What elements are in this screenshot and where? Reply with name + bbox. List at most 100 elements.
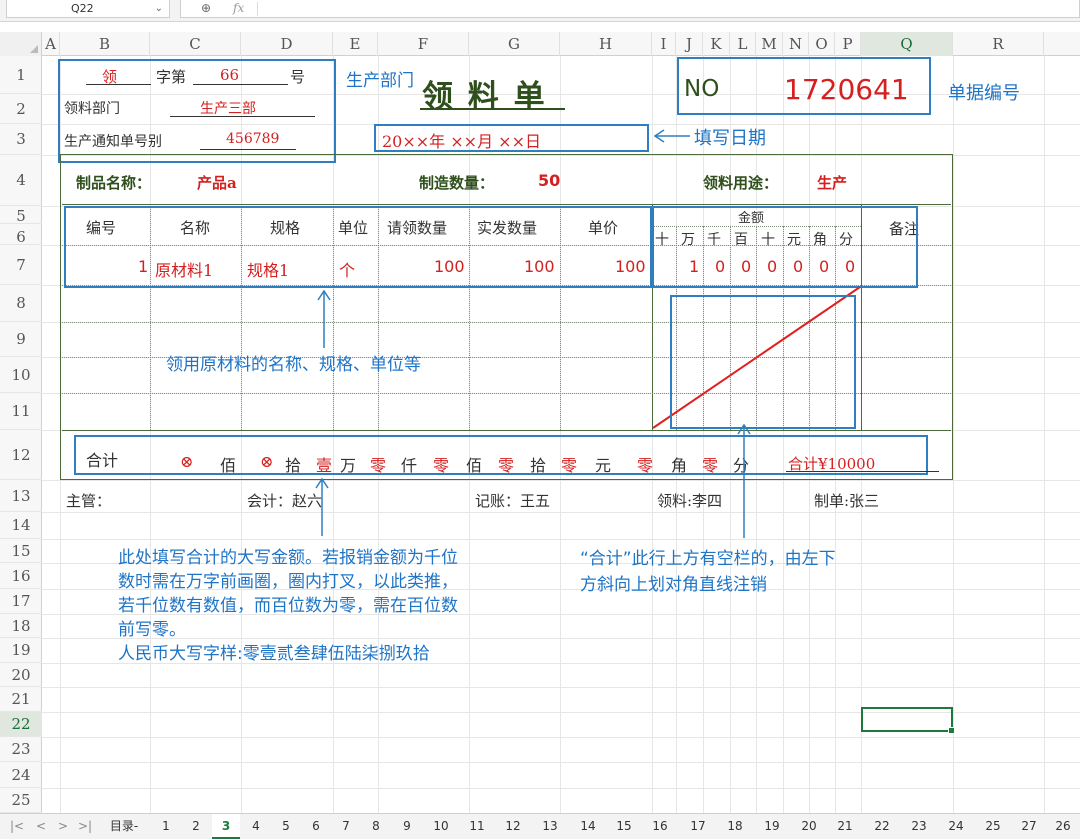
sheet-tab[interactable]: 8 bbox=[362, 814, 390, 839]
column-header-n[interactable]: N bbox=[783, 32, 809, 56]
sheet-tab[interactable]: 7 bbox=[332, 814, 360, 839]
underline bbox=[786, 471, 939, 472]
sheet-tab[interactable]: 14 bbox=[570, 814, 606, 839]
name-box-value: Q22 bbox=[71, 2, 94, 15]
column-header-o[interactable]: O bbox=[809, 32, 835, 56]
row-header-25[interactable]: 25 bbox=[0, 788, 42, 813]
sheet-tab[interactable]: 10 bbox=[424, 814, 458, 839]
sheet-tab[interactable]: 15 bbox=[607, 814, 641, 839]
row-header-6[interactable]: 6 bbox=[0, 224, 42, 246]
total-word: 元 bbox=[595, 456, 612, 475]
column-header-e[interactable]: E bbox=[333, 32, 378, 56]
row-header-2[interactable]: 2 bbox=[0, 94, 42, 124]
qty-value: 50 bbox=[538, 171, 561, 190]
column-header-a[interactable]: A bbox=[42, 32, 60, 56]
formula-input[interactable]: ⊕ fx bbox=[180, 0, 1080, 18]
column-header-i[interactable]: I bbox=[652, 32, 676, 56]
row-header-12[interactable]: 12 bbox=[0, 430, 42, 480]
sheet-tab[interactable]: 3 bbox=[212, 814, 240, 839]
sheet-tab[interactable]: 2 bbox=[182, 814, 210, 839]
row-header-10[interactable]: 10 bbox=[0, 357, 42, 393]
sheet-tab[interactable]: 23 bbox=[902, 814, 936, 839]
sheet-tab[interactable]: 22 bbox=[864, 814, 900, 839]
sheet-tab[interactable]: 目录- bbox=[104, 814, 144, 839]
row-header-21[interactable]: 21 bbox=[0, 687, 42, 712]
row-header-13[interactable]: 13 bbox=[0, 480, 42, 512]
total-word: ⊗ bbox=[180, 452, 194, 471]
column-header-j[interactable]: J bbox=[676, 32, 703, 56]
row-header-3[interactable]: 3 bbox=[0, 124, 42, 155]
row-header-24[interactable]: 24 bbox=[0, 762, 42, 788]
row-header-14[interactable]: 14 bbox=[0, 512, 42, 539]
row-header-8[interactable]: 8 bbox=[0, 285, 42, 322]
row-header-7[interactable]: 7 bbox=[0, 245, 42, 285]
column-header-k[interactable]: K bbox=[703, 32, 730, 56]
row-header-20[interactable]: 20 bbox=[0, 663, 42, 687]
sheet-tab[interactable]: 24 bbox=[938, 814, 974, 839]
docno-annotation: 单据编号 bbox=[948, 83, 1020, 104]
first-sheet-icon[interactable]: |< bbox=[10, 814, 24, 839]
column-header-g[interactable]: G bbox=[469, 32, 560, 56]
column-header-q[interactable]: Q bbox=[861, 32, 953, 56]
sheet-tab[interactable]: 21 bbox=[828, 814, 862, 839]
column-header-r[interactable]: R bbox=[953, 32, 1044, 56]
sheet-tab[interactable]: 11 bbox=[460, 814, 494, 839]
total-word: 零 bbox=[498, 456, 515, 475]
sheet-tab[interactable]: 9 bbox=[392, 814, 422, 839]
column-header-d[interactable]: D bbox=[241, 32, 333, 56]
row-header-4[interactable]: 4 bbox=[0, 155, 42, 206]
sheet-tab[interactable]: 16 bbox=[643, 814, 677, 839]
last-sheet-icon[interactable]: >| bbox=[78, 814, 92, 839]
sheet-tab[interactable]: 19 bbox=[754, 814, 790, 839]
sheet-tab[interactable]: 20 bbox=[792, 814, 826, 839]
sheet-tab[interactable]: 26 bbox=[1048, 814, 1078, 839]
prev-sheet-icon[interactable]: < bbox=[36, 814, 46, 839]
row-header-11[interactable]: 11 bbox=[0, 393, 42, 430]
use-value: 生产 bbox=[817, 174, 848, 192]
row-header-23[interactable]: 23 bbox=[0, 737, 42, 762]
material-box bbox=[64, 206, 652, 288]
receiver-label: 领料:李四 bbox=[657, 492, 723, 510]
date-text: 20××年 ××月 ××日 bbox=[382, 132, 541, 151]
row-header-15[interactable]: 15 bbox=[0, 539, 42, 563]
row-header-18[interactable]: 18 bbox=[0, 614, 42, 638]
sheet-tab[interactable]: 12 bbox=[496, 814, 530, 839]
column-header-p[interactable]: P bbox=[835, 32, 861, 56]
sheet-tab[interactable]: 4 bbox=[242, 814, 270, 839]
zoom-icon[interactable]: ⊕ bbox=[201, 0, 211, 17]
column-header-h[interactable]: H bbox=[560, 32, 652, 56]
selected-cell[interactable] bbox=[861, 707, 955, 734]
fx-icon[interactable]: fx bbox=[233, 0, 244, 17]
arrow-up-icon bbox=[317, 289, 331, 348]
sheet-tab[interactable]: 1 bbox=[152, 814, 180, 839]
select-all-corner[interactable] bbox=[0, 32, 42, 56]
sheet-tab[interactable]: 13 bbox=[532, 814, 568, 839]
row-header-5[interactable]: 5 bbox=[0, 206, 42, 225]
sheet-tab[interactable]: 25 bbox=[976, 814, 1010, 839]
row-header-1[interactable]: 1 bbox=[0, 62, 42, 94]
row-header-9[interactable]: 9 bbox=[0, 322, 42, 357]
column-header-b[interactable]: B bbox=[60, 32, 150, 56]
next-sheet-icon[interactable]: > bbox=[58, 814, 68, 839]
sheet-tab[interactable]: 6 bbox=[302, 814, 330, 839]
name-box[interactable]: Q22 ⌄ bbox=[6, 0, 170, 18]
sheet-tab[interactable]: 27 bbox=[1012, 814, 1046, 839]
material-annotation: 领用原材料的名称、规格、单位等 bbox=[166, 355, 421, 375]
column-header-m[interactable]: M bbox=[756, 32, 783, 56]
sheet-tab[interactable]: 17 bbox=[680, 814, 716, 839]
row-header-19[interactable]: 19 bbox=[0, 638, 42, 663]
total-word: 佰 bbox=[466, 456, 483, 475]
column-header-c[interactable]: C bbox=[150, 32, 241, 56]
use-label: 领料用途： bbox=[703, 174, 779, 192]
sheet-tab[interactable]: 5 bbox=[272, 814, 300, 839]
grid-line bbox=[42, 737, 1080, 738]
row-header-16[interactable]: 16 bbox=[0, 563, 42, 589]
column-header-l[interactable]: L bbox=[730, 32, 756, 56]
total-word: 仟 bbox=[401, 456, 418, 475]
column-header-f[interactable]: F bbox=[378, 32, 469, 56]
bookkeeper-label: 记账：王五 bbox=[475, 492, 551, 510]
chevron-down-icon[interactable]: ⌄ bbox=[155, 0, 163, 17]
row-header-22[interactable]: 22 bbox=[0, 712, 42, 737]
sheet-tab[interactable]: 18 bbox=[718, 814, 752, 839]
row-header-17[interactable]: 17 bbox=[0, 589, 42, 614]
